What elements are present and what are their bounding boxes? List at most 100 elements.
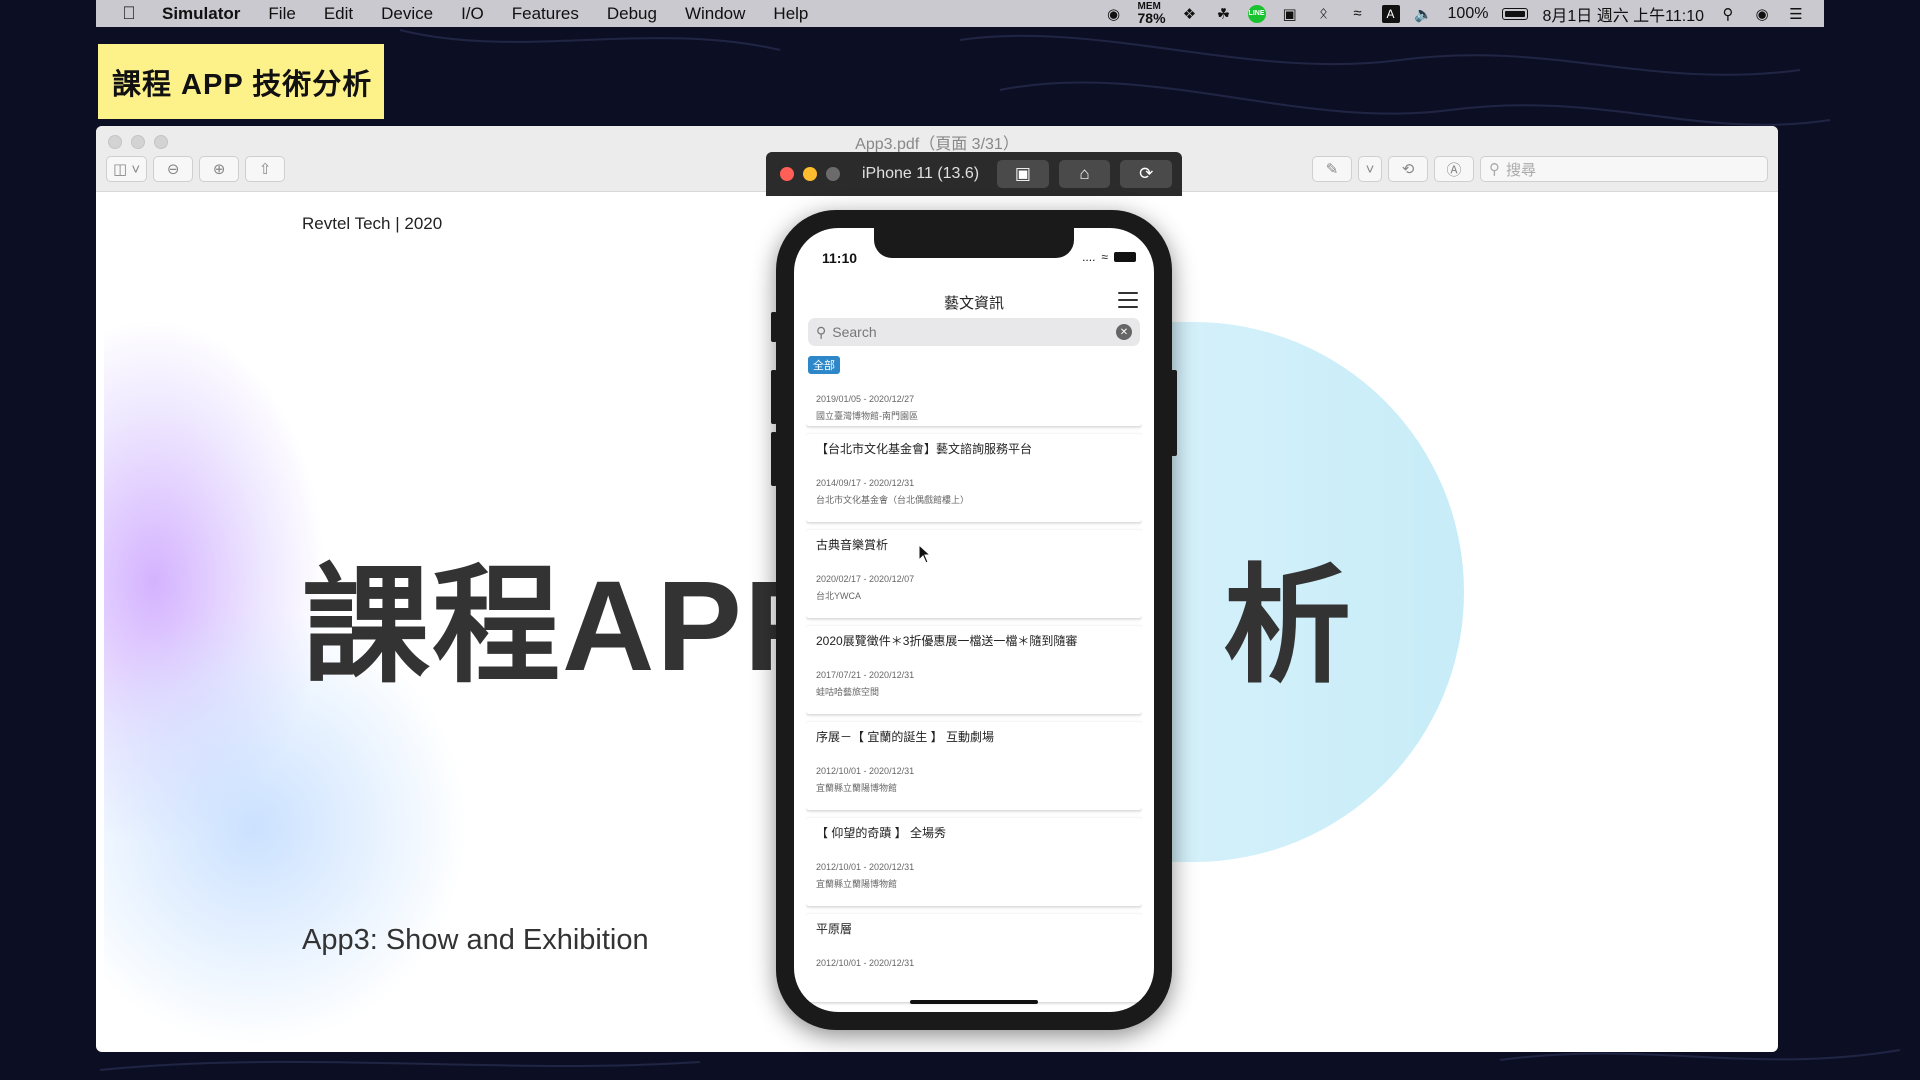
menu-edit[interactable]: Edit	[310, 4, 367, 24]
phone-screen: 11:10 .... ≈ 藝文資訊 ⚲ Search ✕ 全部 2019/01/…	[794, 228, 1154, 1012]
event-date: 2017/07/21 - 2020/12/31	[816, 670, 915, 680]
zoom-out-button[interactable]: ⊖	[153, 156, 194, 182]
notification-center-icon[interactable]: ☰	[1786, 5, 1806, 23]
share-button[interactable]: ⇧	[245, 156, 286, 182]
event-card[interactable]: 【台北市文化基金會】藝文諮詢服務平台 2014/09/17 - 2020/12/…	[806, 434, 1142, 522]
record-icon[interactable]: ◉	[1104, 5, 1124, 23]
side-button[interactable]	[1171, 370, 1177, 456]
battery-percent: 100%	[1447, 4, 1489, 22]
event-location: 台北YWCA	[816, 591, 862, 601]
menu-app-simulator[interactable]: Simulator	[148, 4, 254, 24]
volume-icon[interactable]: 🔈	[1414, 5, 1434, 23]
volume-down-button[interactable]	[771, 432, 777, 486]
event-title: 平原層	[816, 922, 853, 936]
markup-dropdown-button[interactable]: ˅	[1358, 156, 1382, 182]
screenshot-button[interactable]: ▣	[997, 160, 1049, 188]
home-button[interactable]: ⌂	[1058, 160, 1111, 188]
event-card[interactable]: 2019/01/05 - 2020/12/27 國立臺灣博物館-南門園區	[806, 380, 1142, 426]
menu-debug[interactable]: Debug	[593, 4, 671, 24]
event-date: 2020/02/17 - 2020/12/07	[816, 574, 915, 584]
menu-file[interactable]: File	[254, 4, 309, 24]
menu-datetime[interactable]: 8月1日 週六 上午11:10	[1542, 2, 1704, 26]
menu-bar-extras: ◉ MEM 78% ❖ ☘ LINE ▣ ᛟ ≈ A 🔈 100% 8月1日 週六…	[1104, 2, 1825, 26]
camera-icon: ▣	[1014, 164, 1031, 183]
spotlight-search-icon[interactable]: ⚲	[1718, 5, 1738, 23]
home-indicator[interactable]	[910, 1000, 1038, 1004]
app-title: 藝文資訊	[943, 295, 1004, 312]
menu-help[interactable]: Help	[759, 4, 822, 24]
battery-icon[interactable]	[1502, 7, 1529, 20]
event-location: 宜蘭縣立蘭陽博物館	[816, 879, 898, 889]
event-location: 蛙咕哈藝旅空間	[816, 687, 880, 697]
menu-device[interactable]: Device	[367, 4, 447, 24]
simulator-minimize-button[interactable]	[803, 167, 817, 181]
event-title: 【 仰望的奇蹟 】 全場秀	[816, 826, 947, 840]
event-title: 【台北市文化基金會】藝文諮詢服務平台	[816, 442, 1033, 456]
hamburger-menu-icon[interactable]	[1118, 292, 1138, 308]
line-icon[interactable]: LINE	[1247, 4, 1266, 23]
cellular-signal-icon: ....	[1082, 250, 1096, 264]
menu-features[interactable]: Features	[498, 4, 593, 24]
sidebar-icon: ◫ ˅	[113, 161, 141, 178]
display-icon[interactable]: ▣	[1280, 5, 1300, 23]
dropbox-icon[interactable]: ❖	[1180, 5, 1200, 23]
event-title: 古典音樂賞析	[816, 538, 889, 552]
event-title: 2020展覽徵件＊3折優惠展一檔送一檔＊隨到隨審	[816, 634, 1078, 648]
event-card[interactable]: 2020展覽徵件＊3折優惠展一檔送一檔＊隨到隨審 2017/07/21 - 20…	[806, 626, 1142, 714]
preview-toolbar-left: ◫ ˅ ⊖ ⊕ ⇧	[106, 156, 286, 182]
simulator-zoom-button[interactable]	[826, 167, 840, 181]
event-card[interactable]: 序展－【 宜蘭的誕生 】 互動劇場 2012/10/01 - 2020/12/3…	[806, 722, 1142, 810]
simulator-window-controls	[780, 167, 840, 181]
zoom-in-button[interactable]: ⊕	[199, 156, 240, 182]
clear-search-icon[interactable]: ✕	[1116, 324, 1132, 340]
event-location: 國立臺灣博物館-南門園區	[816, 411, 918, 421]
share-icon: ⇧	[258, 161, 272, 178]
event-card[interactable]: 【 仰望的奇蹟 】 全場秀 2012/10/01 - 2020/12/31 宜蘭…	[806, 818, 1142, 906]
wifi-icon[interactable]: ≈	[1348, 5, 1368, 23]
simulator-device-name: iPhone 11 (13.6)	[862, 165, 980, 182]
mute-switch[interactable]	[771, 312, 777, 342]
course-label: 課程 APP 技術分析	[98, 44, 384, 119]
simulator-close-button[interactable]	[780, 167, 794, 181]
event-list: 2019/01/05 - 2020/12/27 國立臺灣博物館-南門園區 【台北…	[806, 380, 1142, 1012]
sidebar-toggle-button[interactable]: ◫ ˅	[106, 156, 148, 182]
evernote-icon[interactable]: ☘	[1214, 5, 1234, 23]
rotate-button[interactable]: ⟲	[1388, 156, 1428, 182]
event-card[interactable]: 平原層 2012/10/01 - 2020/12/31	[806, 914, 1142, 1002]
window-title: App3.pdf（頁面 3/31）	[855, 136, 1019, 153]
markup-button[interactable]: ✎	[1312, 156, 1352, 182]
bluetooth-icon[interactable]: ᛟ	[1314, 5, 1334, 23]
event-date: 2014/09/17 - 2020/12/31	[816, 478, 915, 488]
menu-io[interactable]: I/O	[447, 4, 498, 24]
status-wifi-icon: ≈	[1101, 250, 1108, 264]
siri-icon[interactable]: ◉	[1752, 5, 1772, 23]
event-card[interactable]: 古典音樂賞析 2020/02/17 - 2020/12/07 台北YWCA	[806, 530, 1142, 618]
status-time: 11:10	[822, 250, 858, 266]
memory-indicator[interactable]: MEM 78%	[1138, 2, 1166, 26]
event-date: 2019/01/05 - 2020/12/27	[816, 394, 915, 404]
apple-menu-icon[interactable]: 	[110, 3, 148, 24]
volume-up-button[interactable]	[771, 370, 777, 424]
rotate-device-button[interactable]: ⟳	[1120, 160, 1172, 188]
annotate-button[interactable]: Ⓐ	[1434, 156, 1474, 182]
slide-subtitle: App3: Show and Exhibition	[302, 924, 649, 956]
search-placeholder: 搜尋	[1506, 161, 1537, 179]
menu-window[interactable]: Window	[671, 4, 759, 24]
event-date: 2012/10/01 - 2020/12/31	[816, 766, 915, 776]
search-icon: ⚲	[1489, 161, 1500, 178]
zoom-in-icon: ⊕	[212, 161, 226, 178]
preview-search-input[interactable]: ⚲ 搜尋	[1480, 156, 1768, 182]
app-search-icon: ⚲	[816, 323, 827, 340]
simulator-titlebar: iPhone 11 (13.6) ▣ ⌂ ⟳	[766, 152, 1182, 196]
input-method-icon[interactable]: A	[1381, 4, 1400, 23]
menu-bar:  Simulator File Edit Device I/O Feature…	[96, 0, 1824, 27]
slide-header: Revtel Tech | 2020	[302, 214, 443, 233]
app-search-input[interactable]: ⚲ Search ✕	[808, 318, 1140, 346]
event-location: 台北市文化基金會（台北偶戲館樓上）	[816, 495, 970, 505]
status-battery-icon	[1114, 252, 1136, 262]
chevron-down-icon: ˅	[1365, 160, 1375, 178]
slide-title-right: 析	[1223, 555, 1354, 698]
filter-chip-all[interactable]: 全部	[808, 356, 840, 374]
slide-title-left: 課程APP	[302, 555, 832, 698]
zoom-out-icon: ⊖	[166, 161, 180, 178]
